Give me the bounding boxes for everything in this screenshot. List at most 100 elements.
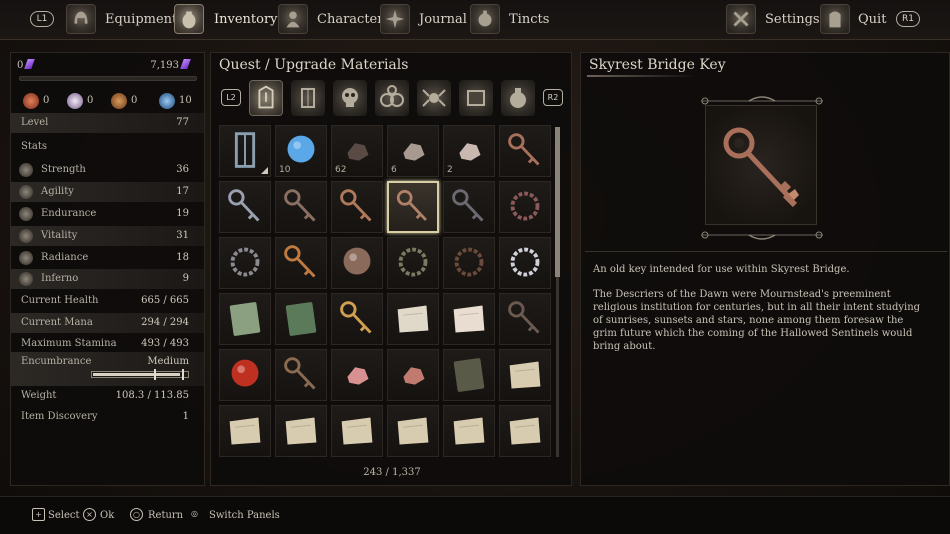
hand-icon [23, 92, 39, 109]
inventory-slot[interactable] [219, 125, 271, 177]
lantern-icon[interactable] [291, 80, 325, 116]
stat-inferno[interactable]: Inferno 9 [11, 269, 204, 289]
inventory-slot[interactable] [275, 293, 327, 345]
pouch-icon[interactable] [174, 4, 204, 34]
inventory-slot[interactable] [499, 405, 551, 457]
inventory-slot[interactable] [331, 349, 383, 401]
quit-button[interactable]: Quit [858, 12, 886, 27]
inventory-slot[interactable] [331, 181, 383, 233]
inventory-slot[interactable] [331, 293, 383, 345]
inventory-slot[interactable] [387, 293, 439, 345]
l2-shoulder-button[interactable]: L2 [221, 89, 241, 106]
ore-icon [111, 92, 127, 109]
vitality-icon [19, 229, 33, 243]
tinct-icon[interactable] [470, 4, 500, 34]
inventory-slot[interactable] [275, 405, 327, 457]
inventory-slot[interactable] [275, 349, 327, 401]
inventory-slot[interactable] [499, 349, 551, 401]
settings-icon[interactable] [726, 4, 756, 34]
pouch-icon[interactable] [501, 80, 535, 116]
inventory-slot[interactable] [499, 181, 551, 233]
inventory-slot[interactable]: 62 [331, 125, 383, 177]
parchment-icon [341, 417, 373, 445]
settings-button[interactable]: Settings [765, 12, 820, 27]
item-count: 243 / 1,337 [363, 467, 421, 478]
inventory-scrollbar[interactable] [555, 127, 560, 457]
cross-button-icon: × [83, 508, 96, 521]
stat-endurance[interactable]: Endurance 19 [11, 204, 204, 224]
skyrest-bridge-key-icon [723, 127, 799, 208]
inventory-slot[interactable] [331, 405, 383, 457]
inventory-slot[interactable] [387, 405, 439, 457]
inventory-slot[interactable] [219, 237, 271, 289]
dark-key-icon [452, 189, 484, 222]
scrollbar-thumb[interactable] [555, 127, 560, 277]
moon-icon [159, 92, 175, 109]
inventory-slot[interactable]: 10 [275, 125, 327, 177]
inventory-slot[interactable]: 6 [387, 125, 439, 177]
tab-journal[interactable]: Journal [419, 12, 467, 27]
item-details-panel: Skyrest Bridge Key An old key intended f… [580, 52, 950, 486]
inventory-slot[interactable] [499, 293, 551, 345]
inventory-slot[interactable] [387, 237, 439, 289]
tab-inventory[interactable]: Inventory [214, 12, 278, 27]
journal-icon[interactable] [380, 4, 410, 34]
stat-vitality[interactable]: Vitality 31 [11, 226, 204, 246]
souls-progress-bar [19, 76, 197, 81]
inventory-slot[interactable] [443, 405, 495, 457]
chain-amulet-icon [230, 247, 260, 277]
parchment-icon [453, 417, 485, 445]
l1-shoulder-button[interactable]: L1 [30, 11, 54, 27]
parchment-icon [509, 361, 541, 389]
inferno-icon [19, 272, 33, 286]
tab-equipment[interactable]: Equipment [105, 12, 177, 27]
item-title: Skyrest Bridge Key [589, 57, 726, 73]
helmet-icon[interactable] [66, 4, 96, 34]
hint-select[interactable]: Select [48, 510, 80, 521]
hint-switch-panels[interactable]: Switch Panels [209, 510, 280, 521]
inventory-slot[interactable] [387, 181, 439, 233]
agility-icon [19, 185, 33, 199]
inventory-slot[interactable] [219, 181, 271, 233]
tab-tincts[interactable]: Tincts [509, 12, 549, 27]
spider-icon[interactable] [417, 80, 451, 116]
inventory-slot[interactable]: 2 [443, 125, 495, 177]
rusted-key-icon [508, 133, 540, 166]
tab-character[interactable]: Character [317, 12, 383, 27]
item-lore-text: The Descriers of the Dawn were Mournstea… [593, 289, 921, 352]
stat-strength[interactable]: Strength 36 [11, 160, 204, 180]
stat-agility[interactable]: Agility 17 [11, 182, 204, 202]
r1-shoulder-button[interactable]: R1 [896, 11, 920, 27]
inventory-slot[interactable] [275, 181, 327, 233]
item-short-description: An old key intended for use within Skyre… [593, 264, 850, 275]
hint-ok[interactable]: Ok [100, 510, 114, 521]
inventory-slot[interactable] [219, 405, 271, 457]
quest-icon[interactable] [249, 80, 283, 116]
inventory-slot[interactable] [387, 349, 439, 401]
hint-return[interactable]: Return [148, 510, 183, 521]
souls-row: 0 7,193 [17, 59, 199, 73]
inventory-slot[interactable] [219, 349, 271, 401]
inventory-slot[interactable] [499, 237, 551, 289]
r2-shoulder-button[interactable]: R2 [543, 89, 563, 106]
inventory-slot[interactable] [443, 293, 495, 345]
encumbrance-bar [91, 369, 189, 380]
character-icon[interactable] [278, 4, 308, 34]
skull-icon[interactable] [333, 80, 367, 116]
quit-icon[interactable] [820, 4, 850, 34]
tome-icon[interactable] [459, 80, 493, 116]
item-count-badge: 62 [335, 165, 347, 175]
inventory-slot[interactable] [443, 349, 495, 401]
endurance-icon [19, 207, 33, 221]
inventory-slot[interactable] [275, 237, 327, 289]
ring-icon[interactable] [375, 80, 409, 116]
stat-radiance[interactable]: Radiance 18 [11, 248, 204, 268]
inventory-slot[interactable] [499, 125, 551, 177]
inventory-slot[interactable] [443, 237, 495, 289]
inventory-slot[interactable] [443, 181, 495, 233]
level-row: Level 77 [11, 113, 204, 133]
item-discovery-row: Item Discovery 1 [21, 411, 189, 422]
inventory-slot[interactable] [331, 237, 383, 289]
encumbrance-row: Encumbrance Medium [11, 352, 204, 386]
inventory-slot[interactable] [219, 293, 271, 345]
